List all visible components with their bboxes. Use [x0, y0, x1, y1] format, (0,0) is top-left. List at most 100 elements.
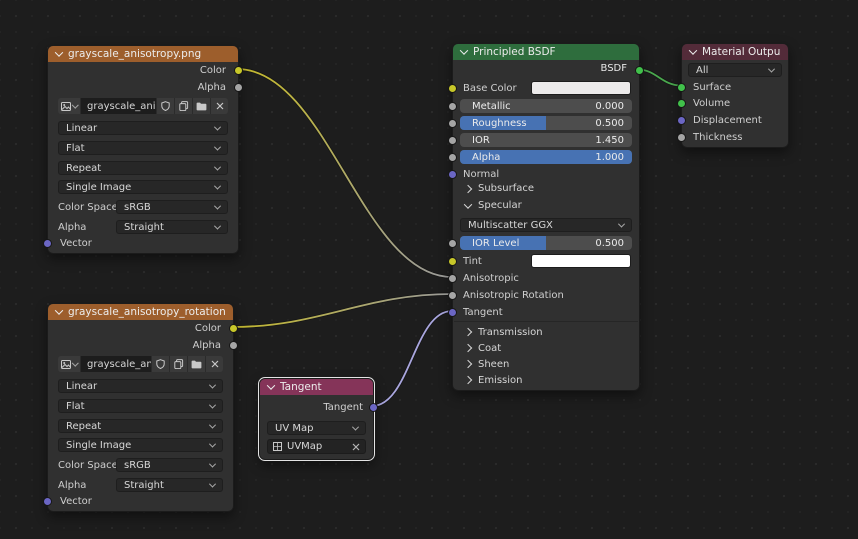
node-editor-canvas[interactable]: grayscale_anisotropy.png Color Alpha gra…: [0, 0, 858, 539]
socket-ior-input[interactable]: [448, 136, 457, 145]
chevron-down-icon: [214, 202, 221, 209]
image-name-field[interactable]: grayscale_anisot...: [81, 356, 152, 372]
alpha-mode-dropdown[interactable]: Straight: [116, 478, 223, 492]
socket-vector-input[interactable]: [43, 497, 52, 506]
interpolation-dropdown[interactable]: Linear: [58, 121, 228, 135]
output-label: Alpha: [198, 82, 226, 93]
socket-normal-input[interactable]: [448, 170, 457, 179]
roughness-slider[interactable]: Roughness 0.500: [460, 116, 632, 130]
new-image-button[interactable]: [170, 356, 188, 372]
socket-surface-input[interactable]: [677, 83, 686, 92]
chevron-right-icon: [464, 328, 472, 336]
image-browse-dropdown[interactable]: [58, 356, 81, 372]
dropdown-value: Straight: [124, 222, 164, 233]
node-principled-bsdf[interactable]: Principled BSDF BSDF Base Color Metallic…: [452, 43, 640, 391]
panel-divider: [454, 321, 638, 322]
socket-displacement-input[interactable]: [677, 116, 686, 125]
panel-label: Emission: [478, 375, 523, 386]
socket-tint-input[interactable]: [448, 257, 457, 266]
chevron-down-icon: [209, 440, 216, 447]
source-dropdown[interactable]: Single Image: [58, 438, 223, 452]
open-image-button[interactable]: [188, 356, 206, 372]
node-material-output[interactable]: Material Output All Surface Volume Displ…: [681, 43, 789, 148]
dropdown-value: Repeat: [66, 421, 101, 432]
output-label: Color: [195, 323, 221, 334]
node-title: Material Output: [702, 46, 780, 58]
transmission-panel[interactable]: Transmission: [453, 325, 639, 339]
source-dropdown[interactable]: Single Image: [58, 180, 228, 194]
unlink-image-button[interactable]: [211, 98, 228, 114]
distribution-dropdown[interactable]: Multiscatter GGX: [460, 218, 632, 232]
node-header[interactable]: Material Output: [682, 44, 788, 60]
link-tangent-to-tangent[interactable]: [372, 311, 452, 406]
alpha-slider[interactable]: Alpha 1.000: [460, 150, 632, 164]
color-space-dropdown[interactable]: sRGB: [116, 458, 223, 472]
projection-dropdown[interactable]: Flat: [58, 399, 223, 413]
link-color-to-anisotropic[interactable]: [237, 69, 452, 277]
link-bsdf-to-surface[interactable]: [638, 70, 681, 86]
socket-color-output[interactable]: [229, 324, 238, 333]
socket-alpha-output[interactable]: [229, 341, 238, 350]
unlink-image-button[interactable]: [206, 356, 223, 372]
fake-user-button[interactable]: [157, 98, 175, 114]
socket-tangent-input[interactable]: [448, 308, 457, 317]
socket-alpha-input[interactable]: [448, 153, 457, 162]
socket-thickness-input[interactable]: [677, 133, 686, 142]
socket-base-color-input[interactable]: [448, 84, 457, 93]
color-space-dropdown[interactable]: sRGB: [116, 200, 228, 214]
open-image-button[interactable]: [193, 98, 211, 114]
collapse-icon[interactable]: [689, 46, 697, 54]
chevron-down-icon: [209, 480, 216, 487]
ior-level-slider[interactable]: IOR Level 0.500: [460, 236, 632, 250]
socket-roughness-input[interactable]: [448, 119, 457, 128]
close-icon[interactable]: [352, 443, 360, 451]
new-image-button[interactable]: [175, 98, 193, 114]
socket-tangent-output[interactable]: [369, 403, 378, 412]
dropdown-value: Single Image: [66, 440, 131, 451]
node-header[interactable]: Tangent: [260, 379, 373, 395]
node-tangent[interactable]: Tangent Tangent UV Map UVMap: [259, 378, 374, 460]
chevron-down-icon: [214, 222, 221, 229]
collapse-icon[interactable]: [55, 48, 63, 56]
socket-vector-input[interactable]: [43, 239, 52, 248]
target-dropdown[interactable]: All: [688, 63, 782, 77]
socket-volume-input[interactable]: [677, 99, 686, 108]
collapse-icon[interactable]: [267, 381, 275, 389]
socket-alpha-output[interactable]: [234, 83, 243, 92]
ior-slider[interactable]: IOR 1.450: [460, 133, 632, 147]
anisotropic-rotation-input-row: Anisotropic Rotation: [453, 288, 639, 302]
socket-bsdf-output[interactable]: [635, 66, 644, 75]
image-browse-dropdown[interactable]: [58, 98, 81, 114]
socket-anisotropic-input[interactable]: [448, 274, 457, 283]
collapse-icon[interactable]: [460, 46, 468, 54]
link-color-to-anisotropic-rotation[interactable]: [232, 294, 452, 327]
socket-ior-level-input[interactable]: [448, 239, 457, 248]
extension-dropdown[interactable]: Repeat: [58, 419, 223, 433]
close-icon: [216, 102, 224, 110]
socket-metallic-input[interactable]: [448, 102, 457, 111]
subsurface-panel[interactable]: Subsurface: [453, 181, 639, 196]
alpha-mode-dropdown[interactable]: Straight: [116, 220, 228, 234]
metallic-slider[interactable]: Metallic 0.000: [460, 99, 632, 113]
socket-anisotropic-rotation-input[interactable]: [448, 291, 457, 300]
node-header[interactable]: grayscale_anisotropy.png: [48, 46, 238, 62]
node-header[interactable]: grayscale_anisotropy_rotation.png: [48, 304, 233, 320]
sheen-panel[interactable]: Sheen: [453, 357, 639, 371]
socket-color-output[interactable]: [234, 66, 243, 75]
interpolation-dropdown[interactable]: Linear: [58, 379, 223, 393]
base-color-swatch[interactable]: [531, 81, 631, 95]
direction-type-dropdown[interactable]: UV Map: [267, 421, 366, 435]
image-name-field[interactable]: grayscale_anisot...: [81, 98, 157, 114]
fake-user-button[interactable]: [152, 356, 170, 372]
emission-panel[interactable]: Emission: [453, 373, 639, 387]
node-image-texture-rotation[interactable]: grayscale_anisotropy_rotation.png Color …: [47, 303, 234, 512]
node-header[interactable]: Principled BSDF: [453, 44, 639, 60]
coat-panel[interactable]: Coat: [453, 341, 639, 355]
uv-map-field[interactable]: UVMap: [267, 439, 366, 454]
specular-panel[interactable]: Specular: [453, 198, 639, 213]
projection-dropdown[interactable]: Flat: [58, 141, 228, 155]
extension-dropdown[interactable]: Repeat: [58, 161, 228, 175]
node-image-texture-anisotropy[interactable]: grayscale_anisotropy.png Color Alpha gra…: [47, 45, 239, 254]
tint-swatch[interactable]: [531, 254, 631, 268]
collapse-icon[interactable]: [55, 306, 63, 314]
